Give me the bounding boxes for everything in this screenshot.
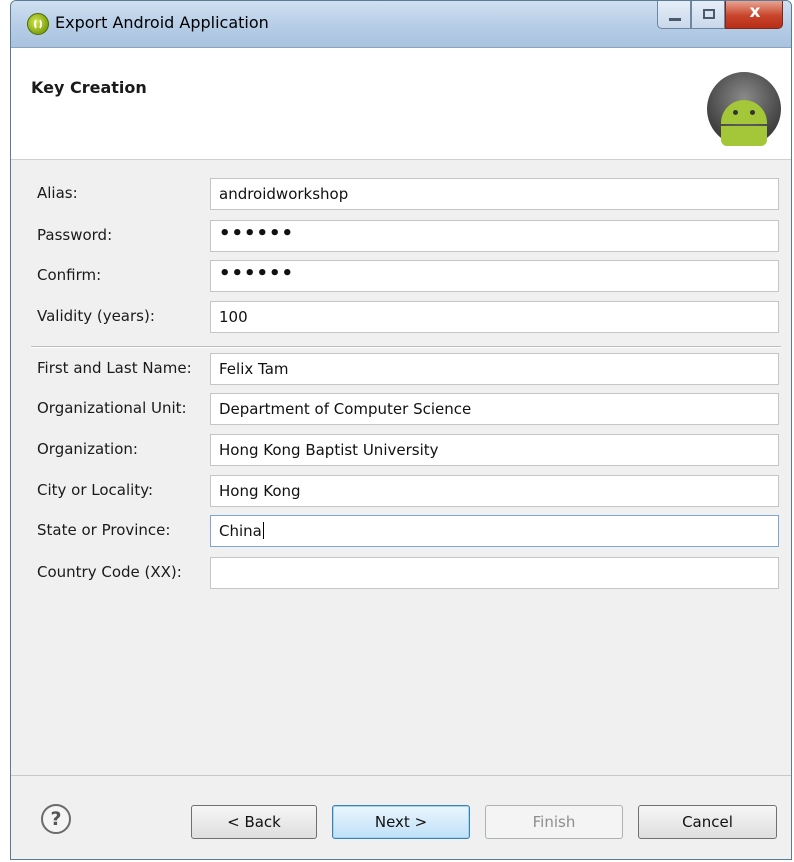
org-unit-field[interactable]: Department of Computer Science (210, 393, 779, 425)
form-divider (31, 346, 781, 348)
window-title: Export Android Application (55, 13, 269, 32)
close-icon: x (749, 2, 761, 22)
android-eclipse-icon (27, 13, 49, 35)
state-label: State or Province: (37, 521, 171, 539)
organization-label: Organization: (37, 440, 138, 458)
country-label: Country Code (XX): (37, 563, 182, 581)
footer-divider (11, 775, 791, 776)
help-icon[interactable]: ? (41, 804, 71, 834)
org-unit-label: Organizational Unit: (37, 399, 187, 417)
android-robot-head (721, 100, 767, 124)
minimize-button[interactable] (657, 1, 691, 29)
password-row: Password: •••••• (11, 220, 791, 252)
org-unit-row: Organizational Unit: Department of Compu… (11, 393, 791, 425)
state-value: China (219, 522, 262, 540)
country-code-field[interactable] (210, 557, 779, 589)
android-robot-icon (707, 72, 781, 146)
finish-button[interactable]: Finish (485, 805, 623, 839)
confirm-label: Confirm: (37, 266, 102, 284)
password-field[interactable]: •••••• (210, 220, 779, 252)
state-field[interactable]: China (210, 515, 779, 547)
confirm-row: Confirm: •••••• (11, 260, 791, 292)
name-row: First and Last Name: Felix Tam (11, 353, 791, 385)
password-label: Password: (37, 226, 113, 244)
validity-label: Validity (years): (37, 307, 155, 325)
title-bar[interactable]: Export Android Application x (11, 1, 791, 48)
validity-field[interactable]: 100 (210, 301, 779, 333)
text-caret (262, 522, 264, 539)
wizard-banner: Key Creation (11, 48, 791, 160)
close-button[interactable]: x (725, 1, 783, 29)
country-row: Country Code (XX): (11, 557, 791, 589)
page-title: Key Creation (31, 78, 147, 97)
city-label: City or Locality: (37, 481, 154, 499)
name-field[interactable]: Felix Tam (210, 353, 779, 385)
state-row: State or Province: China (11, 515, 791, 547)
minimize-icon (669, 18, 681, 21)
alias-field[interactable]: androidworkshop (210, 178, 779, 210)
android-robot-body (721, 126, 767, 146)
validity-row: Validity (years): 100 (11, 301, 791, 333)
next-button[interactable]: Next > (332, 805, 470, 839)
alias-label: Alias: (37, 184, 78, 202)
cancel-button[interactable]: Cancel (638, 805, 777, 839)
window-controls: x (657, 1, 783, 29)
maximize-icon (703, 9, 715, 19)
alias-row: Alias: androidworkshop (11, 178, 791, 210)
city-row: City or Locality: Hong Kong (11, 475, 791, 507)
confirm-password-field[interactable]: •••••• (210, 260, 779, 292)
back-button[interactable]: < Back (191, 805, 317, 839)
organization-row: Organization: Hong Kong Baptist Universi… (11, 434, 791, 466)
name-label: First and Last Name: (37, 359, 192, 377)
city-field[interactable]: Hong Kong (210, 475, 779, 507)
export-dialog: Export Android Application x Key Creatio… (10, 0, 792, 860)
organization-field[interactable]: Hong Kong Baptist University (210, 434, 779, 466)
maximize-button[interactable] (691, 1, 725, 29)
